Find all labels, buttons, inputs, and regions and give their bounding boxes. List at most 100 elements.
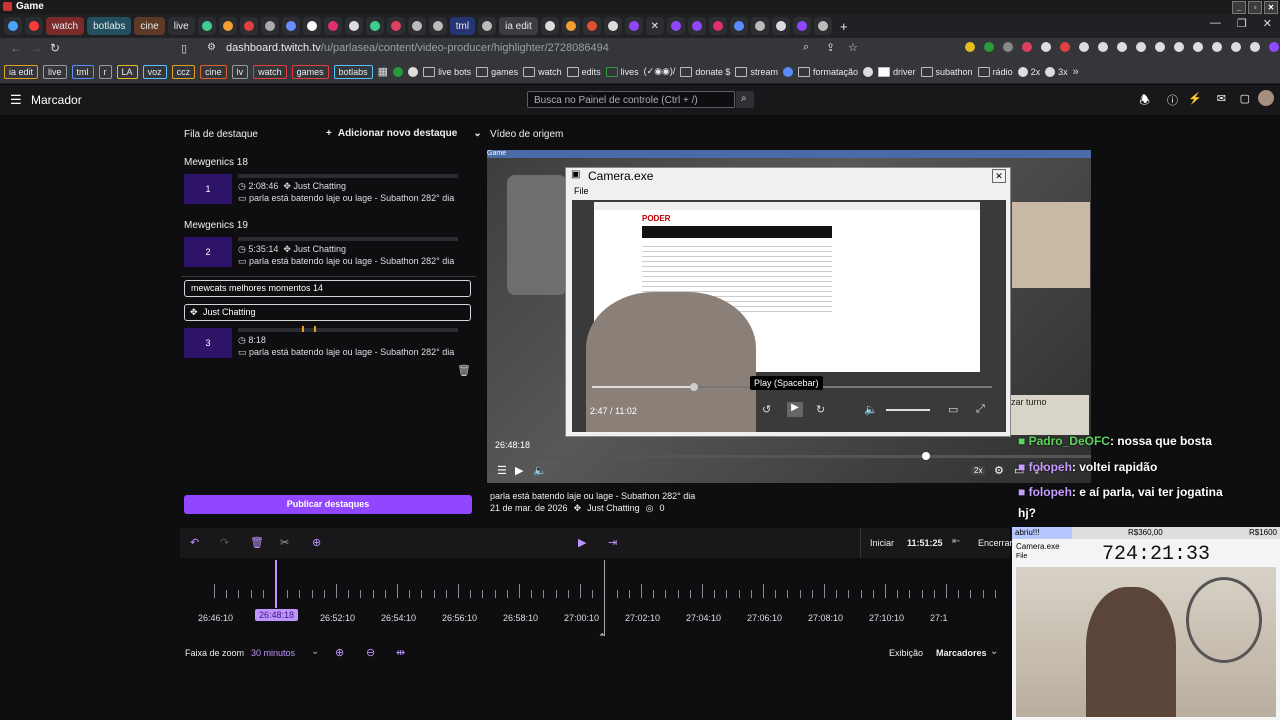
help-icon[interactable]: ⓘ xyxy=(1167,92,1178,108)
tab-icon-7[interactable] xyxy=(281,17,300,35)
undo-icon[interactable]: ↶ xyxy=(190,536,199,549)
volume-icon[interactable]: 🔈 xyxy=(533,464,547,477)
tab-close[interactable]: ✕ xyxy=(645,17,664,35)
tab-icon-4[interactable] xyxy=(218,17,237,35)
grid-icon[interactable]: ▦ xyxy=(378,65,388,78)
extension-icon[interactable] xyxy=(408,66,419,77)
site-info-icon[interactable]: ⚙ xyxy=(207,42,216,53)
tab-ia-edit[interactable]: ia edit xyxy=(499,17,538,35)
bookmark-folder-games[interactable]: games xyxy=(476,66,518,77)
tab-icon-27[interactable] xyxy=(792,17,811,35)
scissors-icon[interactable]: ✂ xyxy=(280,536,289,549)
tab-icon-28[interactable] xyxy=(813,17,832,35)
tab-icon-23[interactable] xyxy=(708,17,727,35)
camera-video-area[interactable]: PODER 2:47 / 11:02 ↺ ▶ ↻ 🔈 ▭ ⤢ xyxy=(572,200,1006,432)
tab-icon-24[interactable] xyxy=(729,17,748,35)
close-icon[interactable]: ✕ xyxy=(1263,17,1272,30)
tab-watch[interactable]: watch xyxy=(46,17,85,35)
bits-icon[interactable]: ▢ xyxy=(1240,92,1250,105)
jump-to-end-icon[interactable]: ⇥ xyxy=(608,536,617,549)
minimize-icon[interactable]: — xyxy=(1210,17,1221,30)
bookmark-icon[interactable]: ▯ xyxy=(181,42,187,55)
rewind-icon[interactable]: ↺ xyxy=(762,403,771,416)
more-bookmarks-icon[interactable]: » xyxy=(1073,66,1079,78)
bookmark-cine[interactable]: cine xyxy=(200,64,227,79)
chevron-down-icon[interactable]: ⌄ xyxy=(990,646,998,657)
chapters-icon[interactable]: ☰ xyxy=(497,464,507,477)
playhead-time-badge[interactable]: 26:48:18 xyxy=(255,609,299,621)
tab-icon-20[interactable] xyxy=(624,17,643,35)
extension-icon[interactable] xyxy=(984,42,994,52)
highlight-clip-1[interactable]: 1 ◷ 2:08:46 ✥ Just Chatting ▭ parla está… xyxy=(184,174,472,214)
publish-highlights-button[interactable]: Publicar destaques xyxy=(184,495,472,514)
bookmark-driver[interactable]: driver xyxy=(878,66,916,77)
bookmark-folder-lives[interactable]: lives xyxy=(605,66,639,77)
tab-icon-10[interactable] xyxy=(344,17,363,35)
add-clip-icon[interactable]: ⊕ xyxy=(312,536,321,549)
bookmark-folder-edits[interactable]: edits xyxy=(566,66,601,77)
notifications-icon[interactable]: 🕭 xyxy=(1139,91,1150,112)
zoom-out-icon[interactable]: ⊖ xyxy=(366,646,375,659)
forward-skip-icon[interactable]: ↻ xyxy=(816,403,825,416)
tab-icon-26[interactable] xyxy=(771,17,790,35)
bookmark-ia-edit[interactable]: ia edit xyxy=(4,64,39,79)
extension-icon[interactable] xyxy=(393,66,404,77)
playhead-handle-icon[interactable]: ⏶ xyxy=(599,630,605,640)
add-highlight-button[interactable]: + Adicionar novo destaque ⌄ xyxy=(326,128,482,139)
tab-icon-19[interactable] xyxy=(603,17,622,35)
chevron-down-icon[interactable]: ⌄ xyxy=(311,646,319,657)
tab-icon-3[interactable] xyxy=(197,17,216,35)
restore-icon[interactable]: ❐ xyxy=(1237,17,1247,30)
extension-icon[interactable] xyxy=(782,66,793,77)
tab-icon-17[interactable] xyxy=(561,17,580,35)
view-select[interactable]: Marcadores xyxy=(936,648,987,658)
tab-icon-5[interactable] xyxy=(239,17,258,35)
bookmark-r[interactable]: r xyxy=(98,64,112,79)
zoom-icon[interactable]: ⌕ xyxy=(803,41,809,54)
captions-icon[interactable]: ▭ xyxy=(948,403,958,416)
camera-volume-icon[interactable]: 🔈 xyxy=(864,403,878,416)
zoom-select[interactable]: 30 minutos xyxy=(251,648,295,658)
bookmark-folder-radio[interactable]: rádio xyxy=(977,66,1013,77)
bookmark-3x[interactable]: 3x xyxy=(1045,66,1068,77)
tab-icon-21[interactable] xyxy=(666,17,685,35)
bookmark-folder-formatacao[interactable]: formatação xyxy=(797,66,858,77)
timeline-ruler[interactable]: 26:46:1026:50:1026:52:1026:54:1026:56:10… xyxy=(180,560,1010,640)
extension-icon[interactable] xyxy=(1155,42,1165,52)
maximize-button[interactable]: ▫ xyxy=(1248,1,1262,14)
bookmark-watch[interactable]: watch xyxy=(253,64,287,79)
extension-icon[interactable] xyxy=(1079,42,1089,52)
tab-icon-9[interactable] xyxy=(323,17,342,35)
extension-icon[interactable] xyxy=(1212,42,1222,52)
player-progress-track[interactable] xyxy=(487,452,1091,460)
timeline-play-icon[interactable]: ▶ xyxy=(578,536,586,549)
bookmark-botlabs[interactable]: botlabs xyxy=(333,64,373,79)
dashboard-search-input[interactable]: Busca no Painel de controle (Ctrl + /) xyxy=(527,91,735,108)
extension-icon[interactable] xyxy=(1269,42,1279,52)
highlight-clip-2[interactable]: 2 ◷ 5:35:14 ✥ Just Chatting ▭ parla está… xyxy=(184,237,472,277)
extension-icon[interactable] xyxy=(1022,42,1032,52)
extension-icon[interactable] xyxy=(1098,42,1108,52)
fit-icon[interactable]: ⇹ xyxy=(396,646,405,659)
extension-icon[interactable] xyxy=(1041,42,1051,52)
tab-icon-15[interactable] xyxy=(478,17,497,35)
tab-icon-1[interactable] xyxy=(4,17,22,35)
tab-icon-12[interactable] xyxy=(386,17,405,35)
play-icon[interactable]: ▶ xyxy=(515,464,523,477)
start-time-value[interactable]: 11:51:25 xyxy=(907,538,943,548)
camera-scrubber[interactable] xyxy=(690,383,698,391)
extension-icon[interactable] xyxy=(1193,42,1203,52)
camera-close-button[interactable]: ✕ xyxy=(992,169,1006,183)
extension-icon[interactable] xyxy=(1231,42,1241,52)
tab-icon-25[interactable] xyxy=(750,17,769,35)
extension-icon[interactable] xyxy=(1003,42,1013,52)
extension-icon[interactable] xyxy=(1174,42,1184,52)
extension-icon[interactable] xyxy=(965,42,975,52)
tab-icon-16[interactable] xyxy=(540,17,559,35)
search-button[interactable]: ⌕ xyxy=(736,91,754,108)
clip-handles[interactable] xyxy=(302,326,316,332)
redo-icon[interactable]: ↷ xyxy=(220,536,229,549)
share-icon[interactable]: ⇪ xyxy=(826,41,835,54)
tab-icon-22[interactable] xyxy=(687,17,706,35)
tab-botlabs[interactable]: botlabs xyxy=(87,17,132,35)
